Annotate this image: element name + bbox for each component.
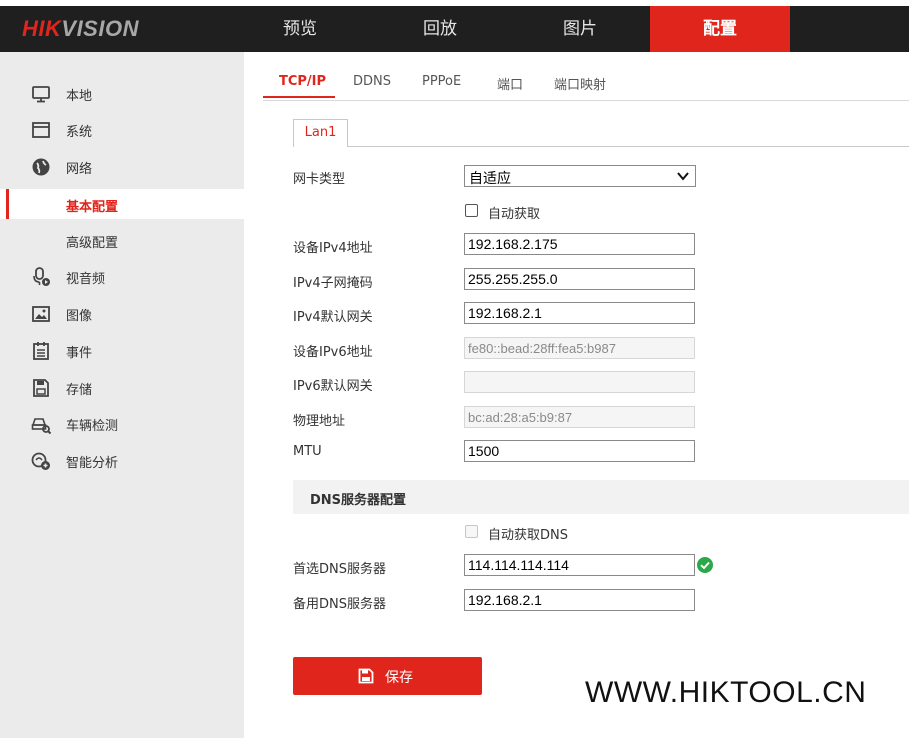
nav-playback[interactable]: 回放: [370, 6, 510, 52]
sidebar-item-basic-config[interactable]: 基本配置: [0, 189, 244, 219]
active-indicator: [6, 189, 9, 219]
mtu-label: MTU: [293, 444, 322, 459]
globe-icon: [30, 156, 52, 178]
sidebar-item-smart-analysis[interactable]: 智能分析: [0, 445, 244, 475]
ipv6-gateway-input: [464, 371, 695, 393]
sidebar-item-video-audio[interactable]: 视音频: [0, 261, 244, 291]
sidebar-item-image[interactable]: 图像: [0, 298, 244, 328]
sidebar-item-label: 存储: [66, 383, 93, 398]
nic-type-value: 自适应: [469, 171, 511, 187]
sidebar-item-label: 车辆检测: [66, 419, 119, 434]
mtu-input[interactable]: [464, 440, 695, 462]
ipv4-mask-label: IPv4子网掩码: [293, 276, 373, 291]
tab-lan1[interactable]: Lan1: [293, 119, 348, 147]
brand-logo-grey: VISION: [61, 16, 139, 41]
sidebar: 本地 系统 网络 基本配置 高级配置 视音频 图像 事件 存储 车辆检测 智能分…: [0, 52, 244, 738]
sidebar-item-label: 高级配置: [66, 236, 119, 251]
sidebar-item-network[interactable]: 网络: [0, 151, 244, 181]
ipv4-mask-input[interactable]: [464, 268, 695, 290]
nav-configuration[interactable]: 配置: [650, 6, 790, 52]
save-button[interactable]: 保存: [293, 657, 482, 695]
analytics-icon: [30, 450, 52, 472]
nic-type-select[interactable]: 自适应: [464, 165, 696, 187]
save-icon: [30, 377, 52, 399]
watermark-text: WWW.HIKTOOL.CN: [585, 676, 867, 709]
sidebar-item-label: 事件: [66, 346, 93, 361]
microphone-icon: [30, 266, 52, 288]
sidebar-item-local[interactable]: 本地: [0, 78, 244, 108]
dns-section-header: DNS服务器配置: [293, 480, 909, 514]
ipv6-address-label: 设备IPv6地址: [293, 345, 373, 360]
auto-obtain-checkbox[interactable]: [465, 204, 478, 217]
auto-obtain-label: 自动获取: [488, 207, 541, 222]
tab-tcpip[interactable]: TCP/IP: [279, 74, 326, 89]
save-icon: [358, 668, 374, 684]
ipv4-address-label: 设备IPv4地址: [293, 241, 373, 256]
vehicle-search-icon: [30, 413, 52, 435]
preferred-dns-input[interactable]: [464, 554, 695, 576]
sidebar-item-label: 系统: [66, 125, 93, 140]
tab-pppoe[interactable]: PPPoE: [422, 74, 461, 89]
alternate-dns-input[interactable]: [464, 589, 695, 611]
active-tab-underline: [263, 96, 335, 98]
lan-divider: [348, 146, 909, 147]
dns-section-title: DNS服务器配置: [310, 493, 407, 508]
alternate-dns-label: 备用DNS服务器: [293, 597, 386, 612]
save-button-label: 保存: [385, 669, 413, 685]
ipv6-address-input: [464, 337, 695, 359]
image-icon: [30, 303, 52, 325]
valid-check-icon: [697, 557, 713, 573]
ipv4-gateway-label: IPv4默认网关: [293, 310, 373, 325]
sidebar-item-storage[interactable]: 存储: [0, 372, 244, 402]
sidebar-item-label: 网络: [66, 162, 93, 177]
tab-port-mapping[interactable]: 端口映射: [554, 74, 606, 93]
brand-logo: HIKVISION: [22, 16, 139, 42]
sidebar-item-advanced-config[interactable]: 高级配置: [0, 225, 244, 255]
config-tabs: TCP/IP DDNS PPPoE 端口 端口映射: [263, 66, 909, 101]
ipv4-address-input[interactable]: [464, 233, 695, 255]
sidebar-item-label: 智能分析: [66, 456, 119, 471]
ipv4-gateway-input[interactable]: [464, 302, 695, 324]
top-nav-bar: HIKVISION 预览 回放 图片 配置: [0, 6, 909, 52]
window-icon: [30, 119, 52, 141]
sidebar-item-label: 基本配置: [66, 200, 119, 215]
mac-address-input: [464, 406, 695, 428]
auto-dns-checkbox[interactable]: [465, 525, 478, 538]
ipv6-gateway-label: IPv6默认网关: [293, 379, 373, 394]
sidebar-item-label: 视音频: [66, 272, 106, 287]
chevron-down-icon: [676, 169, 690, 183]
sidebar-item-label: 本地: [66, 89, 93, 104]
tab-port[interactable]: 端口: [497, 74, 523, 93]
tab-ddns[interactable]: DDNS: [353, 74, 391, 89]
sidebar-item-event[interactable]: 事件: [0, 335, 244, 365]
mac-address-label: 物理地址: [293, 414, 346, 429]
calendar-icon: [30, 340, 52, 362]
preferred-dns-label: 首选DNS服务器: [293, 562, 386, 577]
sidebar-item-system[interactable]: 系统: [0, 114, 244, 144]
auto-dns-label: 自动获取DNS: [488, 528, 568, 543]
nav-preview[interactable]: 预览: [230, 6, 370, 52]
sidebar-item-vehicle-detection[interactable]: 车辆检测: [0, 408, 244, 438]
brand-logo-red: HIK: [22, 16, 62, 41]
nav-picture[interactable]: 图片: [510, 6, 650, 52]
nic-type-label: 网卡类型: [293, 172, 346, 187]
monitor-icon: [30, 83, 52, 105]
sidebar-item-label: 图像: [66, 309, 93, 324]
